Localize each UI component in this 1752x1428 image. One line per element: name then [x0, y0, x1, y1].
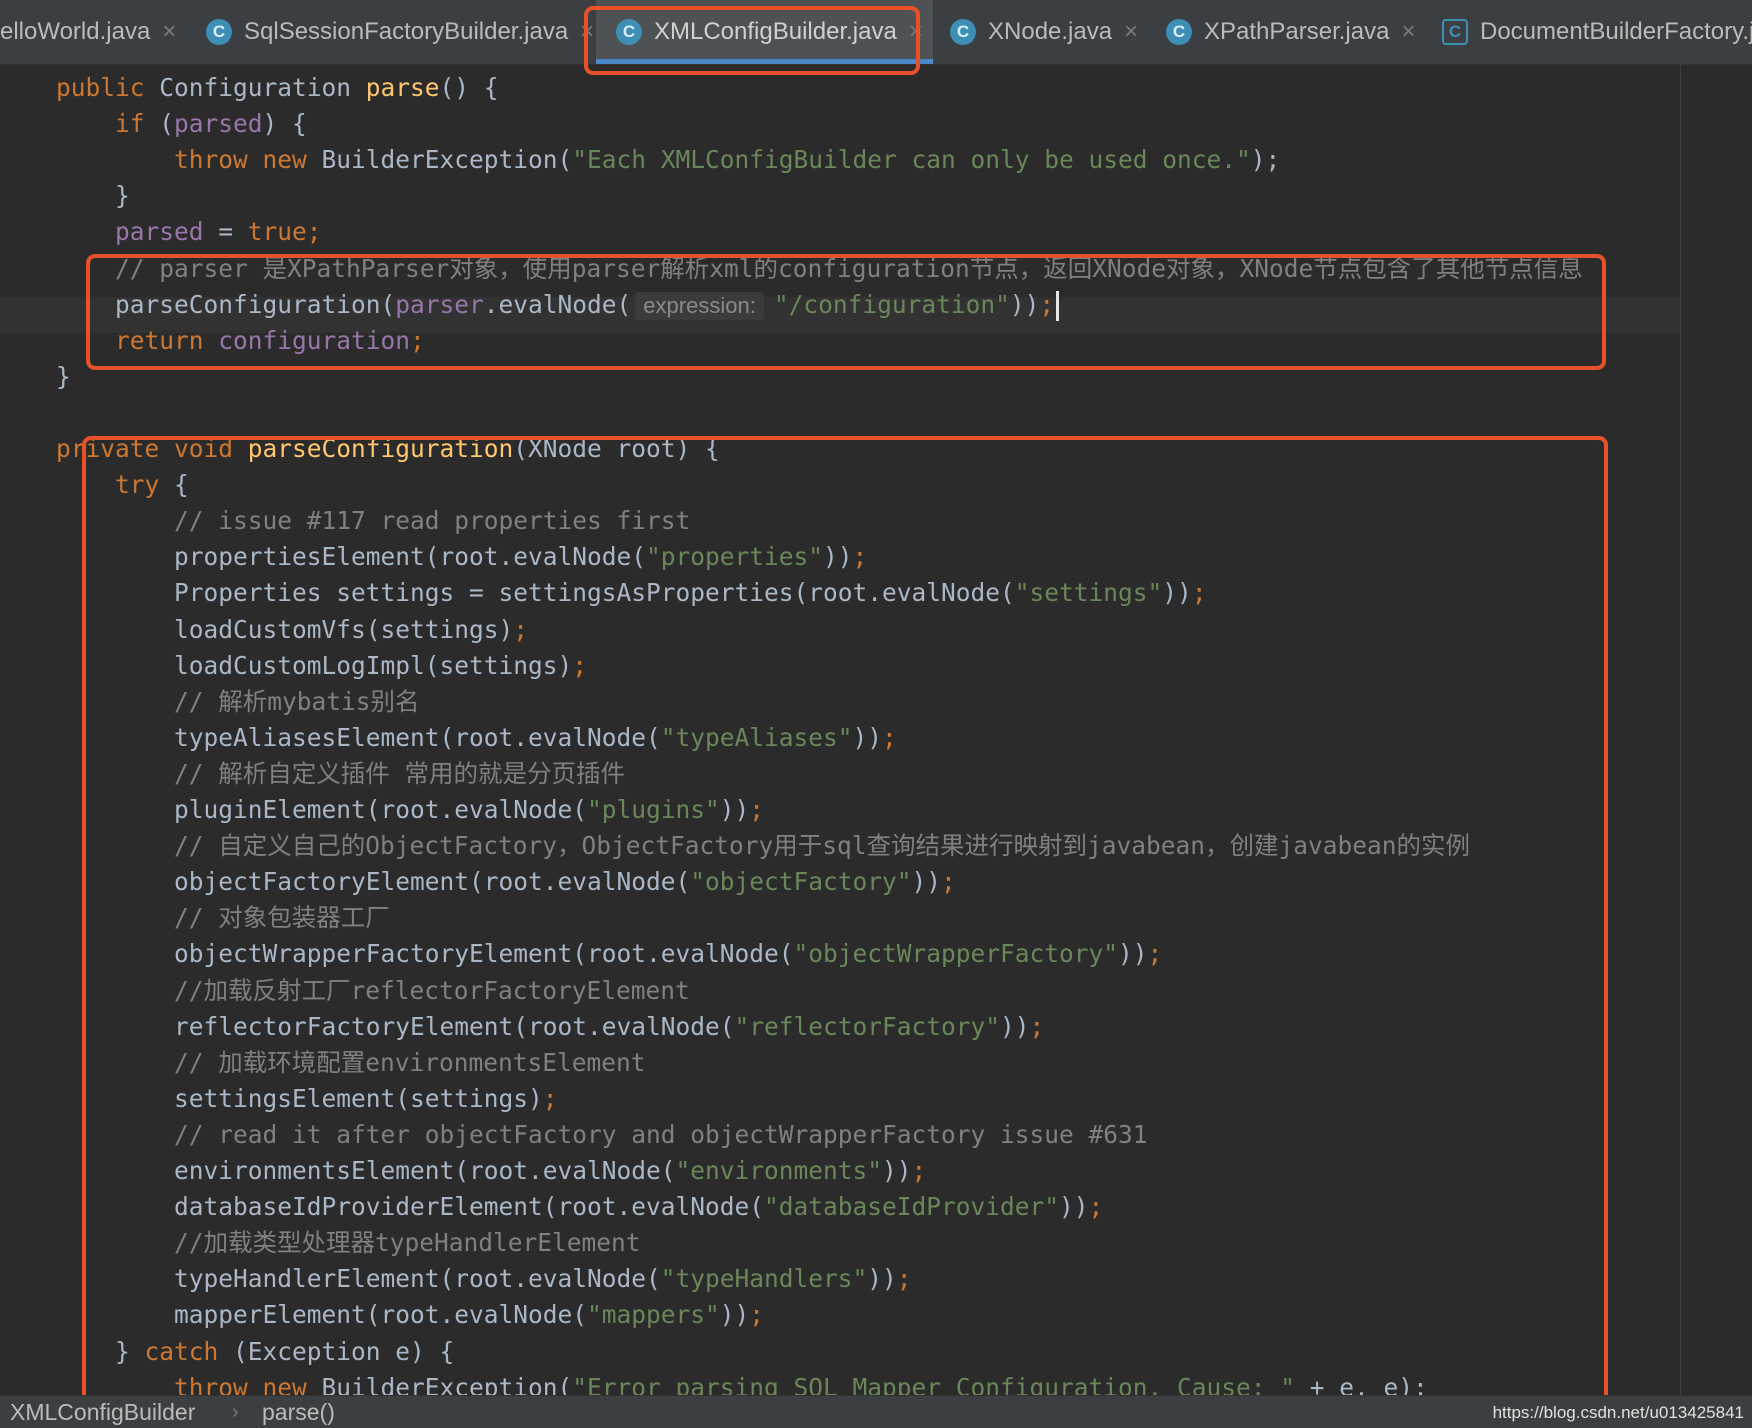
tab-label: XPathParser.java	[1204, 18, 1390, 45]
code-line[interactable]: }	[56, 359, 71, 395]
code-line[interactable]: throw new BuilderException("Each XMLConf…	[56, 142, 1280, 178]
code-token: () {	[439, 73, 499, 102]
code-token: ) {	[262, 109, 307, 139]
tab-documentbuilderfactory[interactable]: C DocumentBuilderFactory.ja	[1442, 0, 1752, 64]
code-token: }	[56, 361, 71, 391]
code-editor[interactable]: public Configuration parse() { if (parse…	[0, 64, 1752, 1395]
tab-sqlsessionfactorybuilder[interactable]: C SqlSessionFactoryBuilder.java ×	[206, 0, 594, 64]
code-token: "Each XMLConfigBuilder can only be used …	[572, 145, 1251, 175]
code-token: Configuration	[159, 73, 366, 102]
annotation-box-active-tab	[584, 6, 920, 75]
tab-label: XNode.java	[988, 18, 1113, 45]
code-token: );	[1250, 145, 1281, 175]
tab-label: elloWorld.java	[0, 18, 151, 45]
status-bar: XMLConfigBuilder › parse() https://blog.…	[0, 1395, 1752, 1428]
code-token: throw new	[56, 145, 322, 175]
code-line[interactable]: parsed = true;	[56, 214, 322, 250]
code-token: parsed	[56, 217, 219, 247]
code-token: BuilderException(	[321, 145, 573, 175]
code-token: (	[159, 109, 175, 139]
tab-label: SqlSessionFactoryBuilder.java	[244, 18, 569, 45]
class-icon: C	[206, 19, 232, 45]
code-token: if	[56, 109, 160, 139]
abstract-class-icon: C	[1442, 19, 1468, 45]
annotation-box-parse-call	[86, 254, 1606, 370]
code-line[interactable]: public Configuration parse() {	[56, 70, 499, 106]
code-token: parse	[365, 73, 440, 102]
code-token: }	[56, 181, 130, 211]
tab-xpathparser[interactable]: C XPathParser.java ×	[1166, 0, 1415, 64]
close-icon[interactable]: ×	[162, 18, 176, 46]
tab-helloworld[interactable]: elloWorld.java ×	[0, 0, 176, 64]
code-token: parsed	[174, 109, 263, 139]
tab-label: DocumentBuilderFactory.ja	[1480, 18, 1752, 45]
code-token: true;	[247, 217, 322, 247]
class-icon: C	[1166, 19, 1192, 45]
ide-window: elloWorld.java × C SqlSessionFactoryBuil…	[0, 0, 1752, 1428]
right-margin-guide	[1680, 64, 1681, 1395]
tab-xnode[interactable]: C XNode.java ×	[950, 0, 1138, 64]
close-icon[interactable]: ×	[1124, 18, 1138, 46]
annotation-box-parse-configuration	[82, 436, 1608, 1395]
close-icon[interactable]: ×	[1401, 18, 1415, 46]
breadcrumb-separator: ›	[232, 1401, 239, 1423]
code-token: public	[56, 73, 160, 102]
watermark-text: https://blog.csdn.net/u013425841	[1492, 1403, 1744, 1422]
breadcrumb-method[interactable]: parse()	[262, 1396, 335, 1428]
breadcrumb-class[interactable]: XMLConfigBuilder	[10, 1396, 195, 1428]
code-token: =	[218, 217, 248, 247]
code-line[interactable]: if (parsed) {	[56, 106, 307, 142]
class-icon: C	[950, 19, 976, 45]
code-line[interactable]: }	[56, 178, 130, 214]
